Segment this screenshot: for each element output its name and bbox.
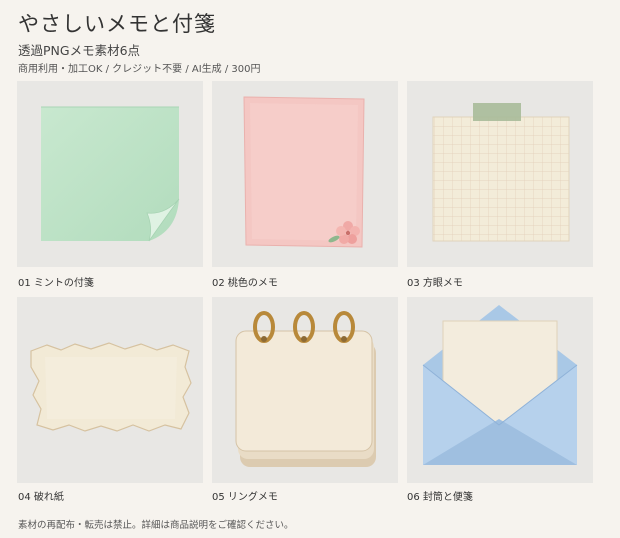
card-mint-sticky-note[interactable] — [17, 81, 203, 267]
envelope-letter-icon — [422, 305, 578, 465]
card-torn-paper[interactable] — [17, 297, 203, 483]
torn-paper-icon — [30, 342, 192, 432]
footer-notice: 素材の再配布・転売は禁止。詳細は商品説明をご確認ください。 — [18, 520, 294, 531]
card-ring-notepad[interactable] — [212, 297, 398, 483]
caption-04: 04 破れ紙 — [18, 492, 64, 503]
page-title: やさしいメモと付箋 — [18, 12, 216, 36]
license-info: 商用利用・加工OK / クレジット不要 / AI生成 / 300円 — [18, 64, 261, 75]
caption-02: 02 桃色のメモ — [212, 278, 278, 289]
card-grid-memo[interactable] — [407, 81, 593, 267]
page: やさしいメモと付箋 透過PNGメモ素材6点 商用利用・加工OK / クレジット不… — [0, 0, 620, 538]
caption-05: 05 リングメモ — [212, 492, 278, 503]
caption-03: 03 方眼メモ — [407, 278, 463, 289]
mint-sticky-note-icon — [41, 106, 180, 242]
ring-notepad-icon — [235, 311, 376, 467]
pink-memo-icon — [243, 96, 365, 248]
card-pink-memo[interactable] — [212, 81, 398, 267]
caption-01: 01 ミントの付箋 — [18, 278, 94, 289]
caption-06: 06 封筒と便箋 — [407, 492, 473, 503]
grid-memo-icon — [432, 103, 570, 242]
card-envelope-letter[interactable] — [407, 297, 593, 483]
page-subtitle: 透過PNGメモ素材6点 — [18, 43, 141, 58]
